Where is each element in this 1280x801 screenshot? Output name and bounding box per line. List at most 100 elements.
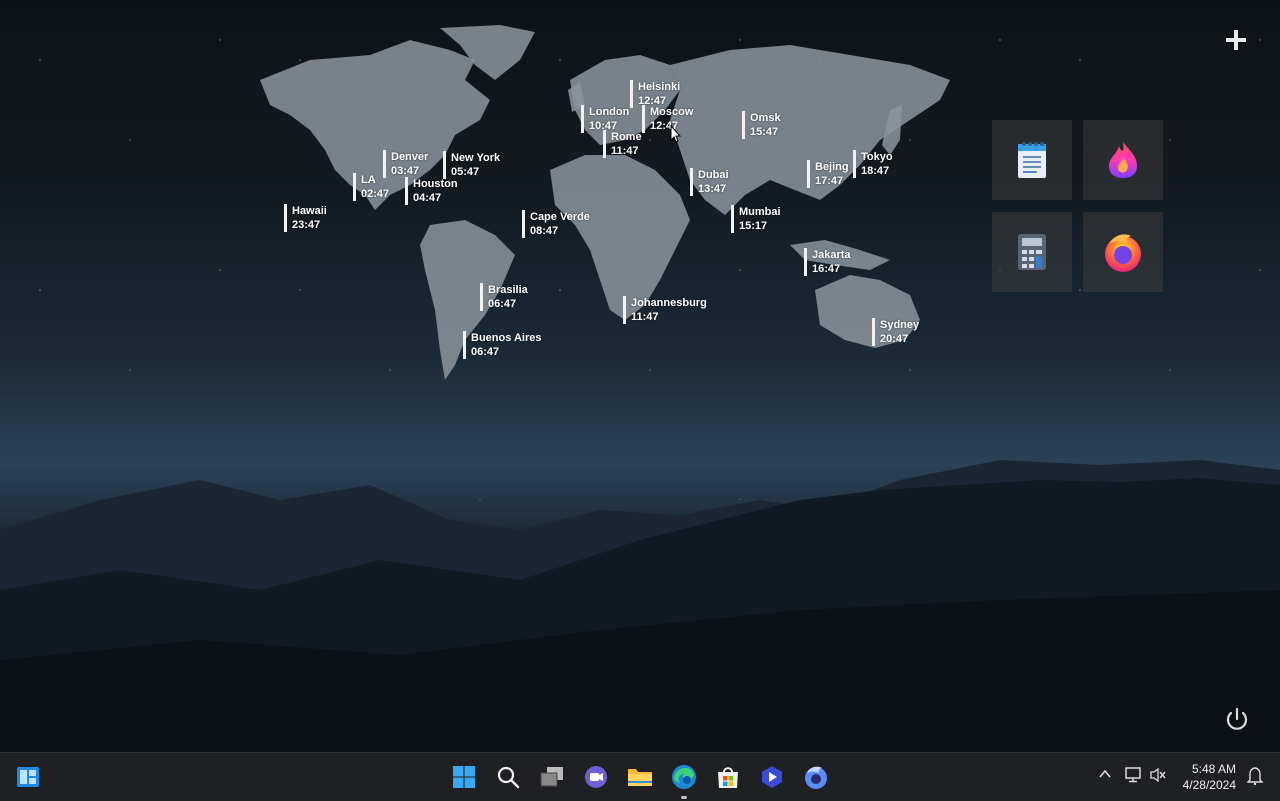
show-hidden-icons-button[interactable] [1095, 767, 1115, 787]
city-label-la: LA 02:47 [353, 173, 389, 201]
teams-chat-button[interactable] [582, 763, 610, 791]
widgets-button[interactable] [14, 763, 42, 791]
city-label-houston: Houston 04:47 [405, 177, 458, 205]
city-name: Hawaii [292, 205, 327, 217]
city-time: 05:47 [451, 166, 480, 178]
firefox-nightly-tile[interactable] [1083, 120, 1163, 200]
start-icon [453, 766, 475, 788]
city-name: Jakarta [812, 249, 851, 261]
city-name: Dubai [698, 169, 729, 181]
network-button[interactable] [1123, 767, 1143, 787]
network-icon [1125, 767, 1141, 783]
notifications-button[interactable] [1245, 767, 1265, 787]
city-label-new-york: New York 05:47 [443, 151, 500, 179]
city-time: 15:17 [739, 220, 768, 232]
city-label-mumbai: Mumbai 15:17 [731, 205, 781, 233]
clock-time: 5:48 AM [1191, 762, 1236, 776]
city-label-tokyo: Tokyo 18:47 [853, 150, 893, 178]
system-clock[interactable]: 5:48 AM 4/28/2024 [1183, 761, 1236, 793]
plus-icon [1226, 30, 1246, 50]
city-label-moscow: Moscow 12:47 [642, 105, 693, 133]
city-name: Sydney [880, 319, 920, 331]
notepad-tile[interactable] [992, 120, 1072, 200]
city-time: 11:47 [631, 311, 659, 323]
city-time: 16:47 [812, 263, 841, 275]
add-widget-button[interactable] [1220, 24, 1252, 56]
city-time: 06:47 [471, 346, 500, 358]
power-button[interactable] [1222, 704, 1252, 734]
city-name: Rome [611, 131, 642, 143]
teams-chat-icon [585, 766, 607, 788]
city-time: 15:47 [750, 126, 779, 138]
city-name: Brasilia [488, 284, 528, 296]
city-name: London [589, 106, 630, 118]
city-time: 08:47 [530, 225, 559, 237]
desktop: Helsinki 12:47 London 10:47 Moscow 12:47 Om… [0, 0, 1280, 752]
city-time: 23:47 [292, 219, 321, 231]
firefox-taskbar-button[interactable] [802, 763, 830, 791]
city-label-denver: Denver 03:47 [383, 150, 428, 178]
clock-date: 4/28/2024 [1182, 778, 1236, 792]
edge-icon [672, 765, 696, 789]
clipchamp-icon [762, 766, 782, 788]
edge-button[interactable] [670, 763, 698, 799]
city-label-london: London 10:47 [581, 105, 629, 133]
city-time: 03:47 [391, 165, 420, 177]
mouse-cursor-icon [670, 125, 682, 143]
city-name: New York [451, 152, 501, 164]
mountain-silhouette [0, 460, 1280, 752]
notification-icon [1246, 767, 1264, 786]
start-button[interactable] [450, 763, 478, 791]
file-explorer-button[interactable] [626, 763, 654, 791]
city-label-buenos-aires: Buenos Aires 06:47 [463, 331, 542, 359]
city-name: Helsinki [638, 81, 681, 93]
city-name: Cape Verde [530, 211, 590, 223]
city-name: Bejing [815, 161, 849, 173]
world-map [260, 25, 950, 380]
city-time: 02:47 [361, 188, 390, 200]
volume-button[interactable] [1148, 767, 1168, 787]
city-label-jakarta: Jakarta 16:47 [804, 248, 851, 276]
city-time: 11:47 [611, 145, 639, 157]
active-indicator [681, 796, 687, 799]
city-name: Tokyo [861, 151, 893, 163]
power-icon [1226, 707, 1248, 730]
clipchamp-button[interactable] [758, 763, 786, 791]
task-view-icon [540, 767, 563, 787]
widgets-icon [17, 767, 39, 787]
calculator-tile[interactable] [992, 212, 1072, 292]
city-name: Buenos Aires [471, 332, 542, 344]
calculator-icon [1018, 234, 1046, 270]
firefox-nightly-icon [1109, 142, 1137, 178]
taskbar: 5:48 AM 4/28/2024 [0, 752, 1280, 801]
city-time: 17:47 [815, 175, 844, 187]
firefox-tile[interactable] [1083, 212, 1163, 292]
chevron-up-icon [1099, 769, 1111, 778]
city-label-helsinki: Helsinki 12:47 [630, 80, 680, 108]
firefox-icon [805, 766, 827, 789]
file-explorer-icon [628, 769, 652, 786]
city-label-bejing: Bejing 17:47 [807, 160, 849, 188]
search-button[interactable] [494, 763, 522, 791]
search-icon [497, 766, 520, 789]
city-label-cape-verde: Cape Verde 08:47 [522, 210, 590, 238]
city-name: Denver [391, 151, 429, 163]
city-label-dubai: Dubai 13:47 [690, 168, 729, 196]
city-time: 04:47 [413, 192, 442, 204]
microsoft-store-button[interactable] [714, 763, 742, 791]
city-time: 13:47 [698, 183, 727, 195]
city-label-rome: Rome 11:47 [603, 130, 642, 158]
city-time: 18:47 [861, 165, 890, 177]
city-name: Moscow [650, 106, 694, 118]
city-name: Houston [413, 178, 458, 190]
task-view-button[interactable] [538, 763, 566, 791]
city-name: LA [361, 174, 376, 186]
city-label-brasilia: Brasilia 06:47 [480, 283, 528, 311]
microsoft-store-icon [718, 767, 738, 788]
city-label-hawaii: Hawaii 23:47 [284, 204, 327, 232]
city-label-johannesburg: Johannesburg 11:47 [623, 296, 707, 324]
city-name: Omsk [750, 112, 781, 124]
city-label-omsk: Omsk 15:47 [742, 111, 781, 139]
city-name: Johannesburg [631, 297, 707, 309]
city-label-sydney: Sydney 20:47 [872, 318, 919, 346]
